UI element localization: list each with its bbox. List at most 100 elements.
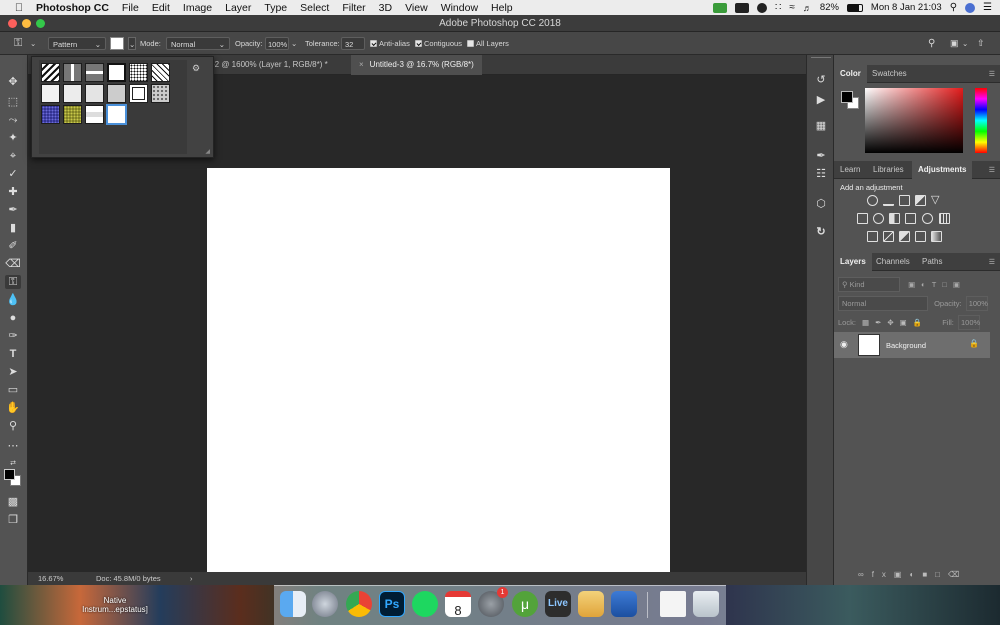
history-brush-tool-icon[interactable]: ✐	[5, 239, 21, 253]
eye-visibility-icon[interactable]: ◉	[840, 339, 848, 350]
finder-icon[interactable]	[280, 591, 306, 617]
menu-select[interactable]: Select	[300, 2, 329, 14]
antialias-checkbox[interactable]: Anti-alias	[370, 37, 410, 50]
workspace-chevron-icon[interactable]: ⌄	[962, 37, 968, 50]
eyedropper-tool-icon[interactable]: ✓	[5, 167, 21, 181]
screen-mode-icon[interactable]: ❐	[5, 513, 21, 527]
crop-tool-icon[interactable]: ⌖	[5, 149, 21, 163]
fill-source-select[interactable]: Pattern ⌄	[48, 37, 106, 50]
menu-layer[interactable]: Layer	[225, 2, 251, 14]
curves-icon[interactable]	[899, 195, 910, 206]
spotlight-icon[interactable]: ⚲	[950, 2, 957, 13]
blend-mode-select[interactable]: Normal	[838, 296, 928, 311]
calendar-icon[interactable]: 8	[445, 591, 471, 618]
chrome-icon[interactable]	[346, 591, 372, 617]
kind-filter-select[interactable]: ⚲ Kind	[838, 277, 900, 292]
menu-filter[interactable]: Filter	[342, 2, 365, 14]
pattern-swatch-1[interactable]	[41, 63, 60, 82]
opacity-input[interactable]: 100%	[265, 37, 289, 50]
tab-channels[interactable]: Channels	[870, 253, 916, 271]
menu-file[interactable]: File	[122, 2, 139, 14]
path-selection-tool-icon[interactable]: ➤	[5, 365, 21, 379]
brush-tool-icon[interactable]: ✒	[5, 203, 21, 217]
battery-icon[interactable]	[846, 3, 863, 12]
pattern-swatch-11[interactable]	[129, 84, 148, 103]
hand-tool-icon[interactable]: ✋	[5, 401, 21, 415]
opacity-chevron-icon[interactable]: ⌄	[291, 37, 297, 50]
menu-edit[interactable]: Edit	[152, 2, 170, 14]
rectangle-tool-icon[interactable]: ▭	[5, 383, 21, 397]
launchpad-icon[interactable]	[312, 591, 338, 617]
creative-cloud-icon[interactable]	[757, 2, 768, 13]
gear-icon[interactable]: ⚙	[192, 63, 200, 74]
3d-cube-icon[interactable]: ⬡	[814, 197, 828, 211]
quick-mask-icon[interactable]: ▩	[5, 495, 21, 509]
menu-3d[interactable]: 3D	[379, 2, 392, 14]
preset-chevron-icon[interactable]: ⌄	[30, 37, 36, 50]
layer-opacity-input[interactable]: 100%	[965, 296, 988, 311]
levels-icon[interactable]	[883, 195, 894, 206]
hue-slider[interactable]	[975, 88, 987, 153]
pattern-picker-toggle[interactable]: ⌄	[128, 37, 136, 50]
photoshop-icon[interactable]: Ps	[379, 591, 405, 617]
eraser-tool-icon[interactable]: ⌫	[5, 257, 21, 271]
pattern-swatch-15[interactable]	[85, 105, 104, 124]
mail-app-icon[interactable]	[611, 591, 637, 617]
textedit-icon[interactable]	[578, 591, 604, 617]
blur-tool-icon[interactable]: 💧	[5, 293, 21, 307]
trash-icon[interactable]	[693, 591, 719, 617]
notification-icon[interactable]: ☰	[983, 2, 992, 13]
pen-tool-icon[interactable]: ✑	[5, 329, 21, 343]
pattern-swatch-3[interactable]	[85, 63, 104, 82]
pattern-swatch-13[interactable]	[41, 105, 60, 124]
pattern-swatch-2[interactable]	[63, 63, 82, 82]
channel-mixer-icon[interactable]	[922, 213, 933, 224]
invert-icon[interactable]	[867, 231, 878, 242]
layers-footer-icons[interactable]: ∞fx▣◐■□⌫	[858, 570, 998, 579]
black-white-icon[interactable]	[889, 213, 900, 224]
pattern-swatch-5[interactable]	[129, 63, 148, 82]
color-picker-field[interactable]	[865, 88, 963, 153]
paint-bucket-tool-icon[interactable]: ⚿	[5, 275, 21, 289]
workspace-icon[interactable]: ▣	[950, 37, 959, 50]
close-tab-icon[interactable]: ×	[359, 60, 364, 69]
document-stack-icon[interactable]	[660, 591, 686, 617]
marquee-tool-icon[interactable]: ⬚	[5, 95, 21, 109]
all-layers-checkbox[interactable]: All Layers	[467, 37, 509, 50]
tab-adjustments[interactable]: Adjustments	[912, 161, 973, 179]
share-icon[interactable]: ⇧	[977, 37, 985, 50]
gradient-map-icon[interactable]	[931, 231, 942, 242]
layer-fill-input[interactable]: 100%	[957, 315, 980, 330]
lasso-tool-icon[interactable]: ⤳	[5, 113, 21, 127]
posterize-icon[interactable]	[883, 231, 894, 242]
desktop-file-label[interactable]: Native Instrum...epstatus]	[70, 596, 160, 614]
clock[interactable]: Mon 8 Jan 21:03	[871, 2, 942, 13]
photo-filter-icon[interactable]	[905, 213, 916, 224]
pattern-swatch-12[interactable]	[151, 84, 170, 103]
clone-stamp-tool-icon[interactable]: ▮	[5, 221, 21, 235]
tab-layers[interactable]: Layers	[834, 253, 872, 271]
lock-options-icons[interactable]: ▦✒✥▣🔒	[862, 318, 928, 327]
actions-play-icon[interactable]: ▶	[814, 93, 828, 107]
adjust-sliders-icon[interactable]: ☷	[814, 167, 828, 181]
layer-row-background[interactable]: ◉ Background 🔒	[834, 332, 990, 358]
apple-icon[interactable]: 	[12, 2, 26, 14]
paragraph-refresh-icon[interactable]: ↻	[814, 225, 828, 239]
resize-grip-icon[interactable]: ◢	[205, 148, 210, 155]
type-tool-icon[interactable]: T	[5, 347, 21, 361]
brushes-panel-icon[interactable]: ✒	[814, 149, 828, 163]
status-app-icon[interactable]	[713, 2, 728, 13]
tolerance-input[interactable]: 32	[341, 37, 365, 50]
dodge-tool-icon[interactable]: ●	[5, 311, 21, 325]
tab-swatches[interactable]: Swatches	[866, 65, 913, 83]
panel-menu-icon[interactable]: ☰	[989, 258, 995, 266]
color-balance-icon[interactable]	[873, 213, 884, 224]
pattern-swatch-7[interactable]	[41, 84, 60, 103]
spotify-icon[interactable]	[412, 591, 438, 617]
contiguous-checkbox[interactable]: Contiguous	[415, 37, 462, 50]
tab-learn[interactable]: Learn	[834, 161, 866, 179]
menu-image[interactable]: Image	[183, 2, 212, 14]
properties-panel-icon[interactable]: ▦	[814, 119, 828, 133]
menu-help[interactable]: Help	[491, 2, 513, 14]
color-lookup-icon[interactable]	[939, 213, 950, 224]
